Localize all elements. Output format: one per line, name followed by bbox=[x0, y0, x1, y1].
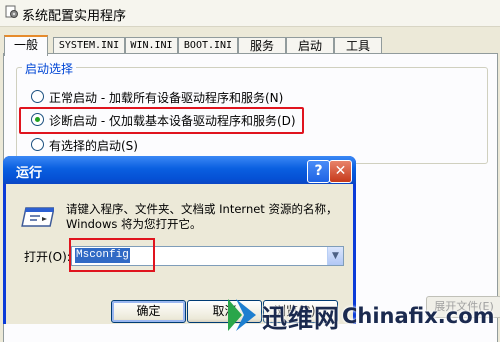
option-selective-label: 有选择的启动(S) bbox=[49, 139, 138, 153]
diagnostic-highlight-box bbox=[19, 107, 304, 134]
run-titlebar: 运行 ? ✕ bbox=[3, 156, 356, 184]
open-label: 打开(O): bbox=[24, 250, 71, 264]
run-program-icon bbox=[21, 207, 54, 227]
run-title: 运行 bbox=[16, 166, 43, 181]
tab-boot-ini[interactable]: BOOT.INI bbox=[178, 37, 238, 54]
radio-normal[interactable] bbox=[31, 90, 44, 103]
tab-tools[interactable]: 工具 bbox=[334, 37, 382, 54]
close-button[interactable]: ✕ bbox=[329, 160, 352, 183]
option-selective-startup[interactable]: 有选择的启动(S) bbox=[31, 137, 138, 153]
ok-button[interactable]: 确定 bbox=[111, 300, 186, 323]
help-button[interactable]: ? bbox=[307, 160, 330, 183]
msconfig-tab-strip: 一般 SYSTEM.INI WIN.INI BOOT.INI 服务 启动 工具 bbox=[0, 35, 500, 56]
tab-win-ini[interactable]: WIN.INI bbox=[125, 37, 178, 54]
chinafix-logo-icon bbox=[228, 299, 256, 331]
watermark: 迅维网 Chinafix.com bbox=[226, 293, 500, 341]
startup-selection-title: 启动选择 bbox=[22, 60, 77, 77]
msconfig-titlebar: 系统配置实用程序 bbox=[0, 0, 500, 27]
chevron-down-icon[interactable]: ▼ bbox=[327, 247, 343, 265]
radio-selective[interactable] bbox=[31, 138, 44, 151]
tab-general[interactable]: 一般 bbox=[4, 35, 48, 56]
option-normal-startup[interactable]: 正常启动 - 加载所有设备驱动程序和服务(N) bbox=[31, 89, 283, 105]
run-description: 请键入程序、文件夹、文档或 Internet 资源的名称，Windows 将为您… bbox=[66, 202, 338, 231]
watermark-brand-en: Chinafix.com bbox=[342, 304, 495, 328]
msconfig-title: 系统配置实用程序 bbox=[22, 9, 127, 24]
tab-system-ini[interactable]: SYSTEM.INI bbox=[53, 37, 125, 54]
tab-services[interactable]: 服务 bbox=[238, 37, 286, 54]
watermark-brand-cn: 迅维网 bbox=[262, 304, 341, 333]
tab-startup[interactable]: 启动 bbox=[286, 37, 334, 54]
option-normal-label: 正常启动 - 加载所有设备驱动程序和服务(N) bbox=[49, 91, 284, 105]
gear-config-icon bbox=[5, 5, 18, 18]
input-highlight-box bbox=[69, 238, 155, 272]
